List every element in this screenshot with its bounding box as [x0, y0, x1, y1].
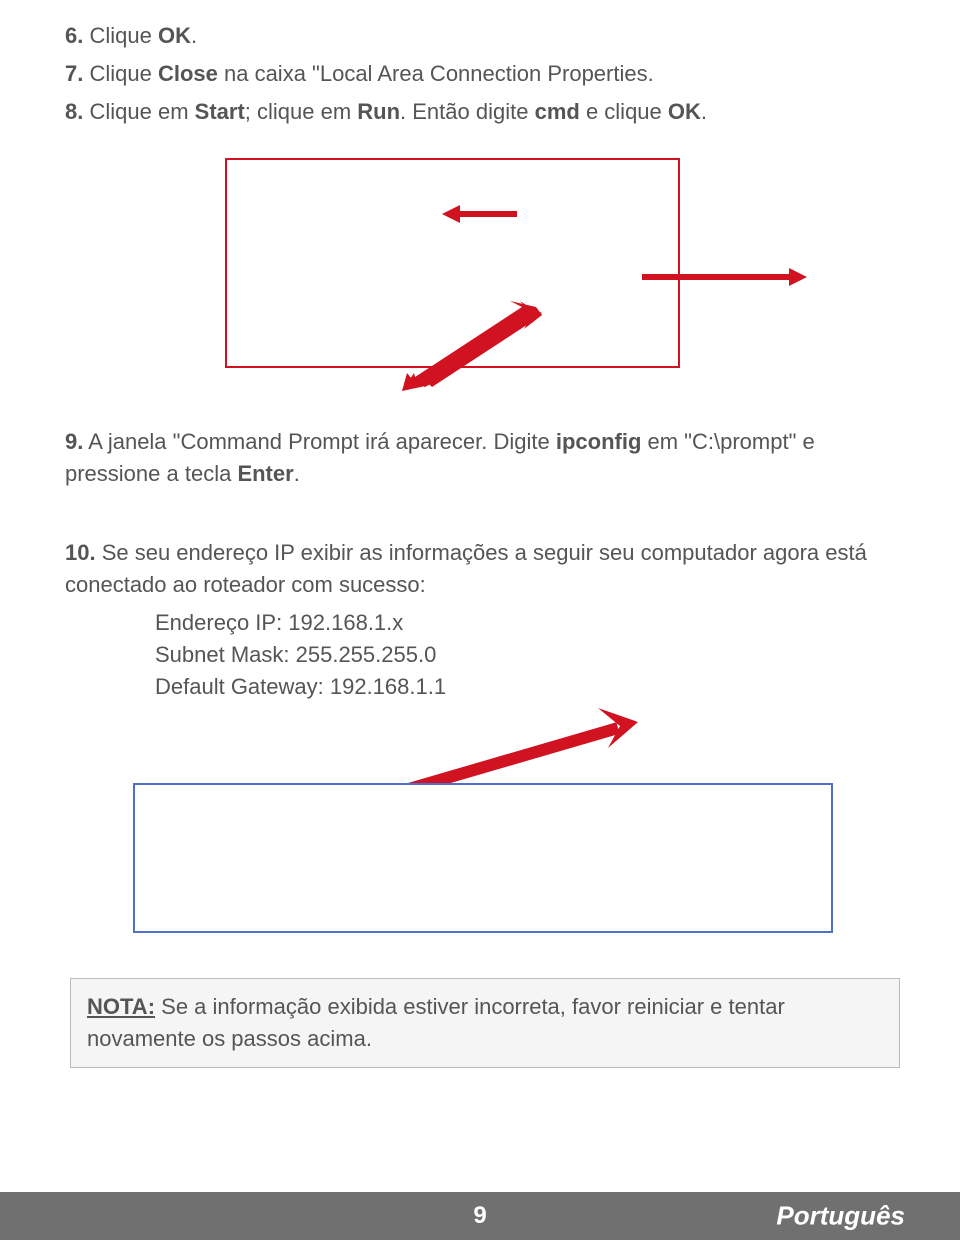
step-7-a: Clique: [83, 61, 158, 86]
diagram-cmd-box: [133, 783, 833, 933]
arrow-left-icon: [442, 203, 517, 225]
step-7-num: 7.: [65, 61, 83, 86]
note-box: NOTA: Se a informação exibida estiver in…: [70, 978, 900, 1068]
page-number: 9: [473, 1202, 486, 1230]
big-arrow-icon: [402, 301, 542, 396]
step-9-d: Enter: [237, 461, 293, 486]
step-10-ip: Endereço IP: 192.168.1.x: [65, 607, 905, 639]
note-label: NOTA:: [87, 994, 155, 1019]
step-8-g: e clique: [580, 99, 668, 124]
arrow-right-icon: [642, 266, 807, 293]
step-8-c: ; clique em: [245, 99, 358, 124]
step-6-a: Clique: [83, 23, 158, 48]
step-6-c: .: [191, 23, 197, 48]
step-7: 7. Clique Close na caixa "Local Area Con…: [65, 58, 905, 90]
step-8-i: .: [701, 99, 707, 124]
step-8-d: Run: [357, 99, 400, 124]
step-8-e: . Então digite: [400, 99, 535, 124]
step-6: 6. Clique OK.: [65, 20, 905, 52]
step-7-b: Close: [158, 61, 218, 86]
step-8-b: Start: [195, 99, 245, 124]
step-6-b: OK: [158, 23, 191, 48]
step-10: 10. Se seu endereço IP exibir as informa…: [65, 537, 905, 601]
step-10-num: 10.: [65, 540, 96, 565]
step-10-a: Se seu endereço IP exibir as informações…: [65, 540, 867, 597]
step-10-mask: Subnet Mask: 255.255.255.0: [65, 639, 905, 671]
step-10-gw: Default Gateway: 192.168.1.1: [65, 671, 905, 703]
step-9-e: .: [294, 461, 300, 486]
step-8: 8. Clique em Start; clique em Run. Então…: [65, 96, 905, 128]
step-9-b: ipconfig: [556, 429, 642, 454]
note-text: Se a informação exibida estiver incorret…: [87, 994, 785, 1051]
diagram-run-box: [225, 158, 680, 368]
footer-bar: 9 Português: [0, 1192, 960, 1240]
step-6-num: 6.: [65, 23, 83, 48]
step-9-a: A janela "Command Prompt irá aparecer. D…: [83, 429, 555, 454]
step-8-a: Clique em: [83, 99, 194, 124]
step-9: 9. A janela "Command Prompt irá aparecer…: [65, 426, 905, 490]
step-8-num: 8.: [65, 99, 83, 124]
diagram-cmd-wrap: [133, 718, 905, 943]
step-7-c: na caixa "Local Area Connection Properti…: [218, 61, 654, 86]
step-8-h: OK: [668, 99, 701, 124]
language-label: Português: [776, 1201, 905, 1232]
step-8-f: cmd: [535, 99, 580, 124]
step-9-num: 9.: [65, 429, 83, 454]
